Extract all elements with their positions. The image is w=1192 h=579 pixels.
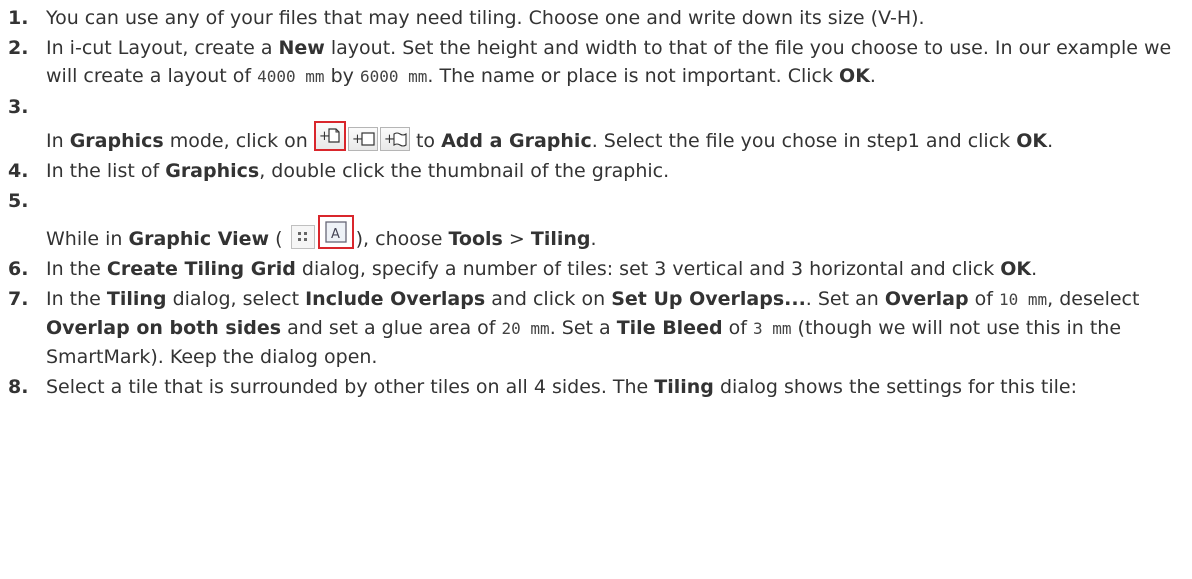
new-term: New bbox=[278, 37, 325, 59]
step-text: While in bbox=[46, 228, 129, 250]
tile-bleed-term: Tile Bleed bbox=[616, 317, 723, 339]
set-up-overlaps-term: Set Up Overlaps... bbox=[611, 288, 806, 310]
step-text: ( bbox=[269, 228, 283, 250]
step-number: 7. bbox=[8, 288, 29, 310]
step-text: dialog, select bbox=[166, 288, 306, 310]
tiling-menu-term: Tiling bbox=[530, 228, 591, 250]
step-text: In the bbox=[46, 258, 107, 280]
create-tiling-grid-term: Create Tiling Grid bbox=[106, 258, 296, 280]
step-text: Select a tile that is surrounded by othe… bbox=[46, 376, 655, 398]
step-text: In the bbox=[46, 288, 107, 310]
step-text: . The name or place is not important. Cl… bbox=[427, 65, 840, 87]
list-view-icon[interactable] bbox=[290, 225, 315, 249]
graphics-term: Graphics bbox=[165, 160, 260, 182]
graphics-term: Graphics bbox=[69, 130, 164, 152]
glue-area-value: 20 mm bbox=[501, 319, 550, 338]
step-number: 6. bbox=[8, 258, 29, 280]
step-text: to bbox=[415, 130, 442, 152]
step-number: 3. bbox=[8, 96, 29, 118]
punctuation: . bbox=[590, 228, 597, 250]
step-text: . Set a bbox=[549, 317, 617, 339]
menu-separator: > bbox=[502, 228, 531, 250]
step-text: dialog shows the settings for this tile: bbox=[713, 376, 1077, 398]
step-number: 8. bbox=[8, 376, 29, 398]
graphic-view-term: Graphic View bbox=[128, 228, 270, 250]
svg-text:+: + bbox=[384, 132, 395, 147]
step-text: . Select the file you chose in step1 and… bbox=[591, 130, 1017, 152]
width-value: 6000 mm bbox=[359, 67, 428, 86]
tiling-term: Tiling bbox=[654, 376, 714, 398]
step-1: 1. You can use any of your files that ma… bbox=[0, 4, 1192, 32]
graphic-view-icon[interactable]: A bbox=[317, 215, 354, 249]
step-text: mode, click on bbox=[163, 130, 314, 152]
instruction-list: 1. You can use any of your files that ma… bbox=[0, 0, 1192, 401]
view-buttons-group: A bbox=[290, 215, 354, 249]
step-number: 4. bbox=[8, 160, 29, 182]
step-number: 5. bbox=[8, 190, 29, 212]
add-shape-icon[interactable]: + bbox=[379, 127, 410, 151]
step-text: of bbox=[722, 317, 753, 339]
step-7: 7. In the Tiling dialog, select Include … bbox=[0, 285, 1192, 371]
step-2: 2. In i-cut Layout, create a New layout.… bbox=[0, 34, 1192, 91]
step-3: 3. In Graphics mode, click on + + + to A… bbox=[0, 93, 1192, 155]
overlap-value: 10 mm bbox=[998, 290, 1048, 309]
step-text: of bbox=[968, 288, 999, 310]
ok-term: OK bbox=[839, 65, 870, 87]
ok-term: OK bbox=[1016, 130, 1048, 152]
step-text: and click on bbox=[485, 288, 612, 310]
step-text: . Set an bbox=[805, 288, 885, 310]
step-text: by bbox=[324, 65, 360, 87]
step-text: You can use any of your files that may n… bbox=[46, 7, 925, 29]
add-rectangle-icon[interactable]: + bbox=[347, 127, 378, 151]
svg-text:+: + bbox=[352, 132, 363, 147]
step-text: In the list of bbox=[46, 160, 166, 182]
tile-bleed-value: 3 mm bbox=[752, 319, 792, 338]
step-6: 6. In the Create Tiling Grid dialog, spe… bbox=[0, 255, 1192, 283]
step-text: , double click the thumbnail of the grap… bbox=[259, 160, 670, 182]
step-text: In i-cut Layout, create a bbox=[46, 37, 279, 59]
punctuation: . bbox=[1031, 258, 1038, 280]
step-4: 4. In the list of Graphics, double click… bbox=[0, 157, 1192, 185]
add-buttons-group: + + + bbox=[313, 121, 410, 151]
step-text: In bbox=[46, 130, 70, 152]
step-number: 2. bbox=[8, 37, 29, 59]
ok-term: OK bbox=[1000, 258, 1032, 280]
height-value: 4000 mm bbox=[257, 67, 325, 86]
overlap-both-sides-term: Overlap on both sides bbox=[46, 317, 282, 339]
step-text: and set a glue area of bbox=[281, 317, 502, 339]
tiling-term: Tiling bbox=[106, 288, 167, 310]
step-text: , deselect bbox=[1047, 288, 1140, 310]
add-graphic-term: Add a Graphic bbox=[441, 130, 592, 152]
tools-menu-term: Tools bbox=[448, 228, 503, 250]
step-text: dialog, specify a number of tiles: set 3… bbox=[295, 258, 1001, 280]
punctuation: . bbox=[869, 65, 876, 87]
svg-text:A: A bbox=[331, 227, 340, 242]
step-number: 1. bbox=[8, 7, 29, 29]
overlap-term: Overlap bbox=[884, 288, 969, 310]
add-graphic-icon[interactable]: + bbox=[313, 121, 346, 151]
svg-text:+: + bbox=[319, 129, 330, 144]
step-8: 8. Select a tile that is surrounded by o… bbox=[0, 373, 1192, 401]
step-text: ), choose bbox=[355, 228, 449, 250]
include-overlaps-term: Include Overlaps bbox=[305, 288, 486, 310]
step-5: 5. While in Graphic View ( A ), choose T… bbox=[0, 187, 1192, 253]
punctuation: . bbox=[1047, 130, 1054, 152]
